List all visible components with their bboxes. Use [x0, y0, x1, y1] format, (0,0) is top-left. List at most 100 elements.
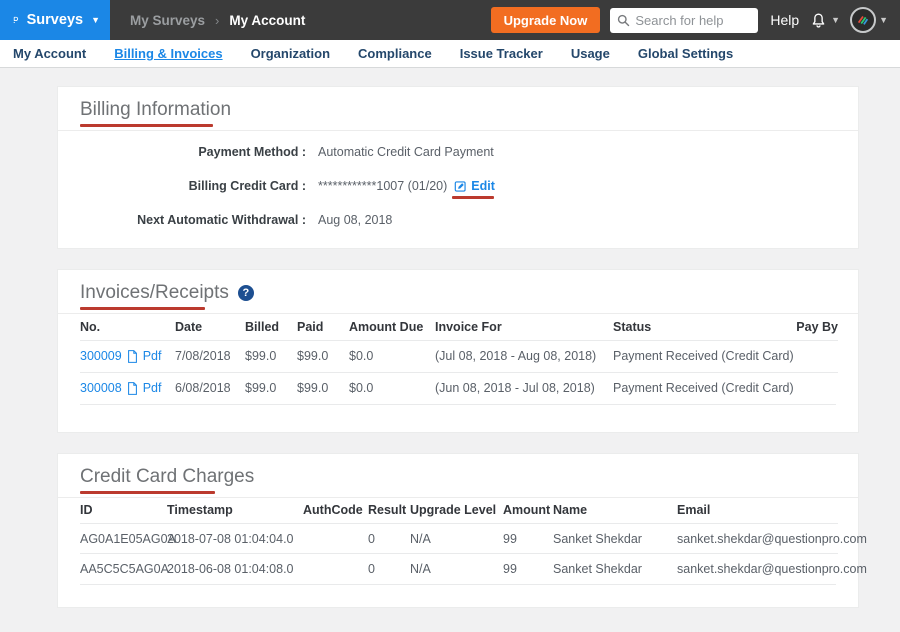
account-nav-tabs: My Account Billing & Invoices Organizati… [0, 40, 900, 68]
pdf-link[interactable]: Pdf [143, 349, 162, 363]
col-invoice-for: Invoice For [435, 314, 613, 340]
charge-id: AA5C5C5AG0A [80, 554, 167, 584]
col-email: Email [677, 498, 838, 524]
charge-id: AG0A1E05AG0A [80, 524, 167, 554]
invoices-table-wrap: No. Date Billed Paid Amount Due Invoice … [58, 314, 858, 404]
tab-organization[interactable]: Organization [251, 46, 330, 61]
help-link[interactable]: Help [770, 12, 799, 28]
billing-credit-card-row: Billing Credit Card : ************1007 (… [80, 169, 836, 203]
invoice-number-link[interactable]: 300008 [80, 381, 122, 395]
help-question-icon[interactable]: ? [238, 285, 254, 301]
charge-amount: 99 [503, 554, 553, 584]
invoice-period: (Jul 08, 2018 - Aug 08, 2018) [435, 340, 613, 372]
charge-result: 0 [368, 524, 410, 554]
red-annotation-underline [80, 491, 215, 494]
next-withdrawal-value: Aug 08, 2018 [318, 213, 392, 227]
product-switcher[interactable]: Surveys ▼ [0, 0, 110, 40]
product-name: Surveys [27, 12, 83, 28]
charge-upgrade-level: N/A [410, 554, 503, 584]
charge-result: 0 [368, 554, 410, 584]
invoices-table: No. Date Billed Paid Amount Due Invoice … [80, 314, 838, 404]
breadcrumb: My Surveys › My Account [130, 13, 305, 28]
questionpro-logo-icon [12, 9, 19, 31]
tab-global-settings[interactable]: Global Settings [638, 46, 733, 61]
avatar-logo-icon [856, 13, 870, 27]
avatar [850, 7, 876, 33]
tab-my-account[interactable]: My Account [13, 46, 86, 61]
upgrade-now-button[interactable]: Upgrade Now [491, 7, 601, 33]
credit-card-charges-title: Credit Card Charges [80, 466, 254, 488]
billing-information-title: Billing Information [80, 99, 231, 121]
edit-link[interactable]: Edit [471, 179, 495, 193]
col-status: Status [613, 314, 793, 340]
credit-card-charges-header: Credit Card Charges [58, 454, 858, 498]
charge-name: Sanket Shekdar [553, 524, 677, 554]
invoice-date: 7/08/2018 [175, 340, 245, 372]
charge-timestamp: 2018-06-08 01:04:08.0 [167, 554, 303, 584]
tab-billing-invoices[interactable]: Billing & Invoices [114, 46, 222, 61]
search-icon [617, 14, 630, 27]
col-amount-due: Amount Due [349, 314, 435, 340]
red-annotation-underline [80, 307, 205, 310]
invoices-receipts-title: Invoices/Receipts [80, 282, 229, 304]
col-paid: Paid [297, 314, 349, 340]
breadcrumb-parent[interactable]: My Surveys [130, 13, 205, 28]
invoice-amount-due: $0.0 [349, 340, 435, 372]
billing-information-header: Billing Information [58, 87, 858, 131]
edit-credit-card-action[interactable]: Edit [454, 179, 495, 193]
col-id: ID [80, 498, 167, 524]
invoices-receipts-card: Invoices/Receipts? No. Date Billed Paid … [57, 269, 859, 433]
header-actions: Upgrade Now Help ▼ ▼ [491, 0, 888, 40]
invoice-billed: $99.0 [245, 372, 297, 404]
invoice-status: Payment Received (Credit Card) [613, 372, 793, 404]
col-timestamp: Timestamp [167, 498, 303, 524]
page-content: Billing Information Payment Method : Aut… [0, 68, 900, 608]
invoices-receipts-header: Invoices/Receipts? [58, 270, 858, 314]
credit-card-charges-card: Credit Card Charges ID Timestamp AuthCod… [57, 453, 859, 608]
next-withdrawal-row: Next Automatic Withdrawal : Aug 08, 2018 [80, 203, 836, 237]
invoice-pay-by [793, 340, 838, 372]
pdf-link[interactable]: Pdf [143, 381, 162, 395]
col-name: Name [553, 498, 677, 524]
help-search-box[interactable] [610, 8, 758, 33]
invoice-number-link[interactable]: 300009 [80, 349, 122, 363]
invoice-paid: $99.0 [297, 372, 349, 404]
red-annotation-underline [452, 196, 494, 199]
charges-header-row: ID Timestamp AuthCode Result Upgrade Lev… [80, 498, 838, 524]
pdf-file-icon [127, 350, 138, 363]
invoice-row: 300009 Pdf 7/08/2018 $99.0 $99.0 $0.0 (J… [80, 340, 838, 372]
payment-method-label: Payment Method : [80, 145, 306, 159]
charge-amount: 99 [503, 524, 553, 554]
charge-name: Sanket Shekdar [553, 554, 677, 584]
red-annotation-underline [80, 124, 213, 127]
invoice-status: Payment Received (Credit Card) [613, 340, 793, 372]
bell-icon [809, 10, 828, 30]
tab-usage[interactable]: Usage [571, 46, 610, 61]
edit-pencil-icon [454, 180, 467, 193]
charges-table-wrap: ID Timestamp AuthCode Result Upgrade Lev… [58, 498, 858, 584]
billing-credit-card-label: Billing Credit Card : [80, 179, 306, 193]
charges-table: ID Timestamp AuthCode Result Upgrade Lev… [80, 498, 838, 584]
billing-information-body: Payment Method : Automatic Credit Card P… [58, 131, 858, 248]
col-upgrade-level: Upgrade Level [410, 498, 503, 524]
tab-compliance[interactable]: Compliance [358, 46, 432, 61]
col-no: No. [80, 314, 175, 340]
col-pay-by: Pay By [793, 314, 838, 340]
payment-method-row: Payment Method : Automatic Credit Card P… [80, 135, 836, 169]
col-result: Result [368, 498, 410, 524]
search-input[interactable] [635, 13, 747, 28]
next-withdrawal-label: Next Automatic Withdrawal : [80, 213, 306, 227]
tab-issue-tracker[interactable]: Issue Tracker [460, 46, 543, 61]
invoice-date: 6/08/2018 [175, 372, 245, 404]
chevron-down-icon: ▼ [831, 16, 840, 25]
masked-card-number: ************1007 (01/20) [318, 179, 447, 193]
account-menu[interactable]: ▼ [850, 7, 888, 33]
notifications-menu[interactable]: ▼ [809, 10, 840, 30]
invoice-paid: $99.0 [297, 340, 349, 372]
charge-row: AA5C5C5AG0A 2018-06-08 01:04:08.0 0 N/A … [80, 554, 838, 584]
invoice-row: 300008 Pdf 6/08/2018 $99.0 $99.0 $0.0 (J… [80, 372, 838, 404]
invoice-pay-by [793, 372, 838, 404]
col-amount: Amount [503, 498, 553, 524]
col-date: Date [175, 314, 245, 340]
charge-authcode [303, 524, 368, 554]
